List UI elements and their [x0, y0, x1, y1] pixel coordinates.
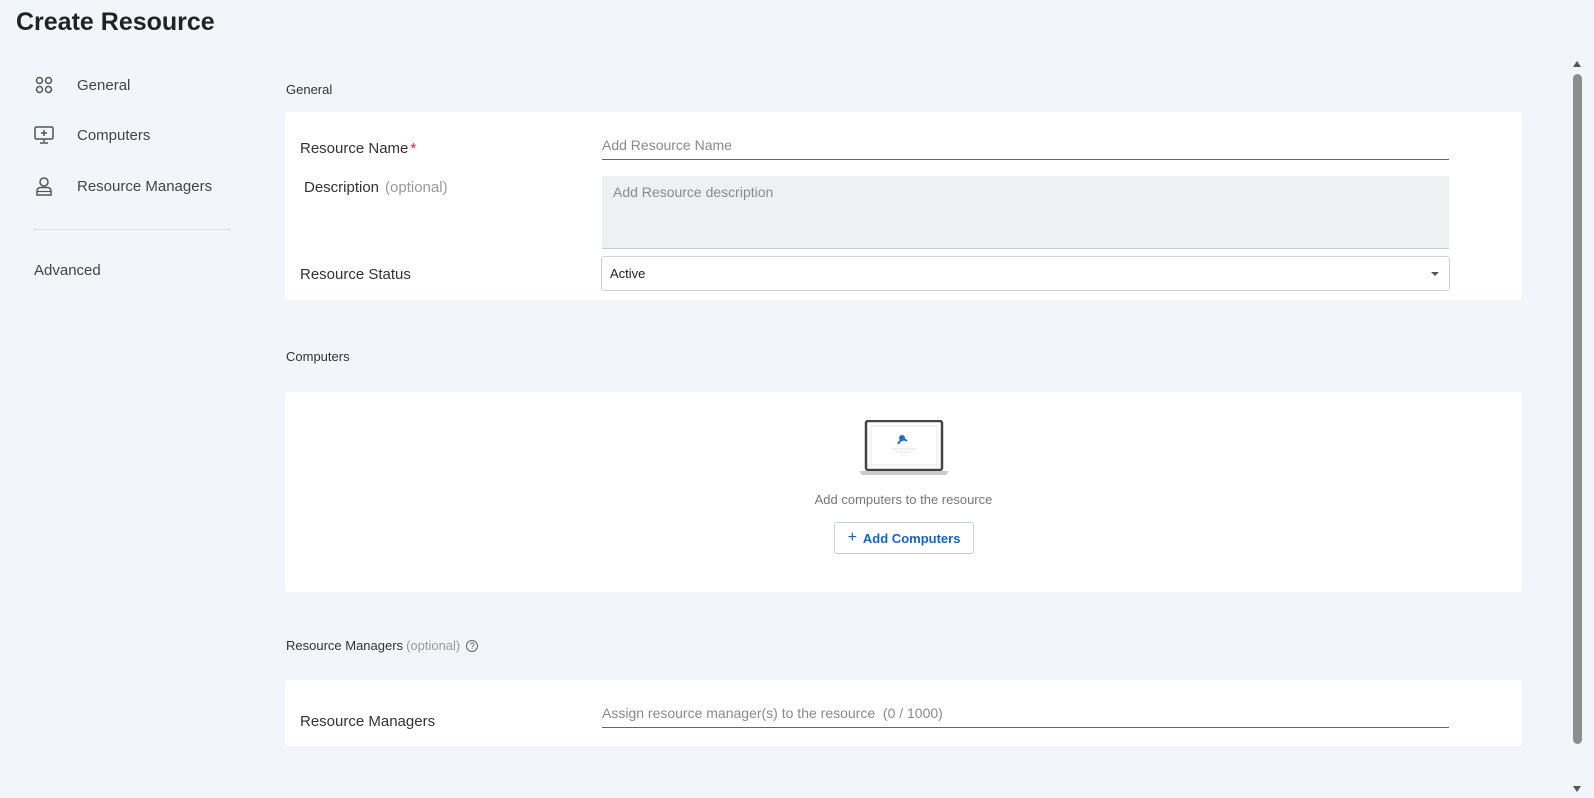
- section-title-general: General: [286, 82, 333, 97]
- required-mark: *: [410, 140, 417, 157]
- optional-tag: (optional): [406, 638, 461, 653]
- resource-status-select[interactable]: Active: [601, 256, 1450, 291]
- scrollbar[interactable]: [1570, 56, 1584, 798]
- help-icon[interactable]: ?: [466, 639, 479, 652]
- resource-managers-label: Resource Managers: [300, 713, 436, 730]
- resource-name-input[interactable]: [602, 130, 1449, 160]
- sidebar-item-resource-managers[interactable]: Resource Managers: [33, 169, 233, 203]
- chevron-down-icon: [1431, 272, 1439, 276]
- sidebar-item-computers[interactable]: Computers: [33, 118, 233, 152]
- resource-status-value: Active: [610, 266, 646, 281]
- add-computers-button[interactable]: + Add Computers: [834, 522, 974, 554]
- scrollbar-thumb[interactable]: [1573, 74, 1582, 744]
- computers-empty-text: Add computers to the resource: [814, 492, 993, 507]
- resource-managers-input[interactable]: [602, 698, 1449, 728]
- scroll-down-icon[interactable]: [1573, 786, 1581, 792]
- sidebar-item-advanced[interactable]: Advanced: [34, 262, 101, 279]
- grid-icon: [33, 74, 55, 96]
- sidebar-item-label: Resource Managers: [77, 177, 213, 195]
- laptop-illustration-icon: [858, 419, 950, 481]
- sidebar-item-general[interactable]: General: [33, 68, 233, 102]
- resource-name-label: Resource Name *: [300, 140, 417, 157]
- user-icon: [33, 175, 55, 197]
- resource-status-label: Resource Status: [300, 266, 411, 283]
- optional-tag: (optional): [385, 179, 448, 196]
- scroll-up-icon[interactable]: [1573, 61, 1581, 67]
- page-title: Create Resource: [16, 8, 215, 36]
- resource-managers-card: Resource Managers: [285, 680, 1522, 746]
- section-title-computers: Computers: [286, 349, 350, 364]
- description-textarea[interactable]: [602, 176, 1449, 249]
- general-card: Resource Name* Description(optional) Res…: [285, 112, 1522, 300]
- add-computers-label: Add Computers: [862, 530, 961, 546]
- sidebar-item-label: General: [77, 76, 131, 94]
- computers-card: Add computers to the resource + Add Comp…: [285, 392, 1522, 592]
- section-title-resource-managers: Resource Managers (optional)?: [286, 638, 479, 653]
- sidebar-divider: [33, 229, 231, 230]
- monitor-add-icon: [33, 124, 55, 146]
- plus-icon: +: [847, 529, 857, 546]
- description-label: Description (optional): [304, 179, 448, 196]
- sidebar-item-label: Computers: [77, 126, 151, 144]
